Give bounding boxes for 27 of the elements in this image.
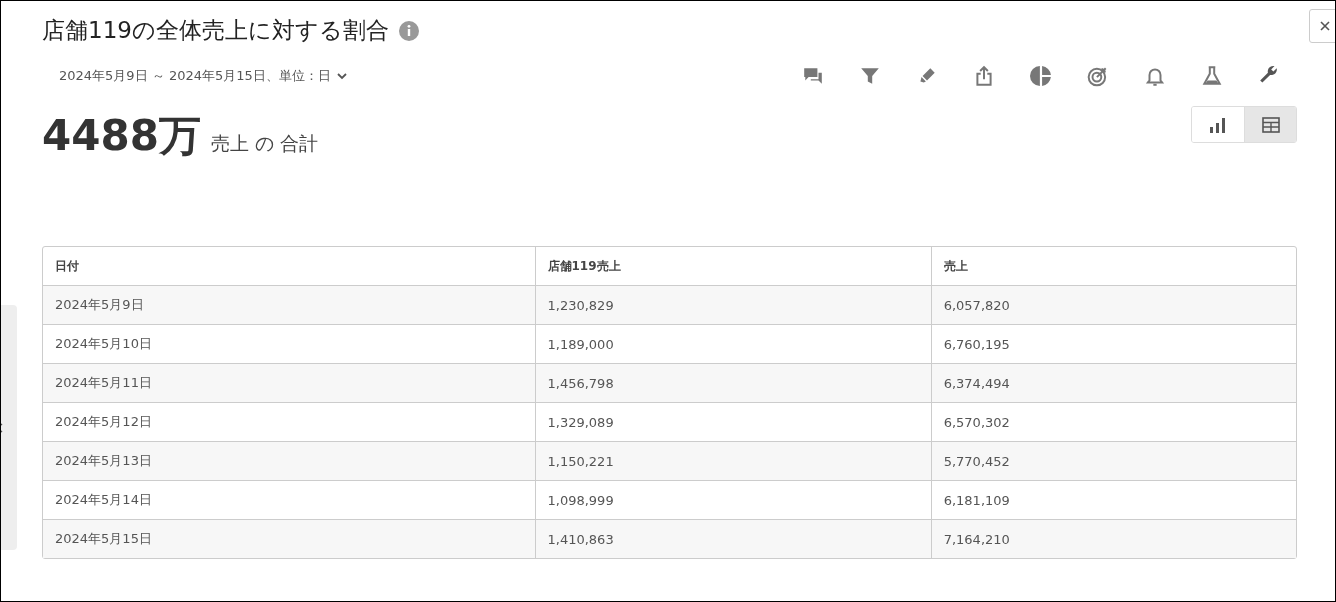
table-cell: 1,150,221 [535,442,932,481]
info-icon[interactable] [398,20,419,41]
table-cell: 2024年5月9日 [43,286,536,325]
table-cell: 1,456,798 [535,364,932,403]
total-label: 売上 の 合計 [210,131,318,156]
pie-chart-icon [1029,65,1052,87]
table-cell: 7,164,210 [931,520,1296,558]
close-button[interactable] [1309,9,1335,43]
panel-title: 店舗119の全体売上に対する割合 [42,16,389,45]
table-cell: 1,410,863 [535,520,932,558]
bar-chart-icon [1209,116,1227,133]
table-cell: 2024年5月15日 [43,520,536,558]
collapse-handle[interactable] [1,305,17,550]
table-cell: 6,057,820 [931,286,1296,325]
total-value: 4488万 [42,110,201,162]
table-cell: 2024年5月11日 [43,364,536,403]
table-cell: 2024年5月13日 [43,442,536,481]
flask-icon [1200,65,1223,87]
table-cell: 6,374,494 [931,364,1296,403]
table-cell: 5,770,452 [931,442,1296,481]
table-icon [1261,116,1280,133]
table-view-toggle[interactable] [1244,107,1296,142]
close-icon [1320,21,1330,31]
chevron-down-icon [336,72,347,80]
target-icon [1086,65,1109,87]
table-cell: 1,230,829 [535,286,932,325]
date-range-dropdown[interactable]: 2024年5月9日 ～ 2024年5月15日、単位：日 [59,67,347,85]
